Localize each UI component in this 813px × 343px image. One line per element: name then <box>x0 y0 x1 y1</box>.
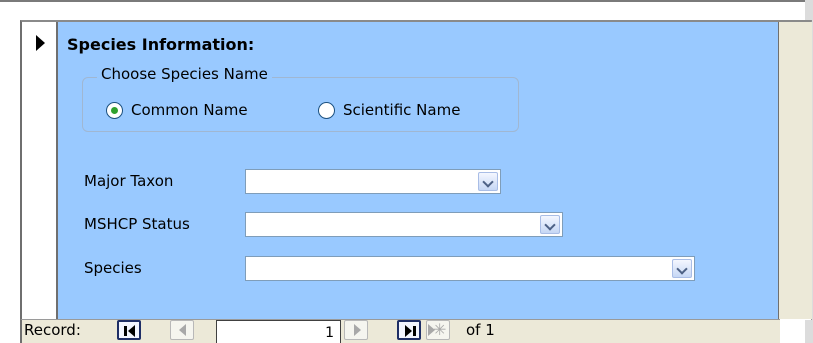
scientific-name-option[interactable]: Scientific Name <box>318 101 460 119</box>
record-selector[interactable] <box>22 22 58 319</box>
section-title: Species Information: <box>67 35 255 54</box>
of-label: of <box>466 321 481 339</box>
species-dropdown-icon[interactable] <box>672 259 692 278</box>
species-label: Species <box>84 259 142 277</box>
mshcp-status-dropdown-icon[interactable] <box>540 215 560 234</box>
scientific-name-radio[interactable] <box>318 101 335 119</box>
next-record-button[interactable] <box>344 320 368 340</box>
last-record-button[interactable] <box>397 320 421 340</box>
common-name-radio[interactable] <box>106 101 123 119</box>
last-record-icon <box>399 322 419 338</box>
previous-record-icon <box>171 321 193 339</box>
record-total-text: of 1 <box>466 321 495 339</box>
current-record-number: 1 <box>325 325 334 341</box>
major-taxon-label: Major Taxon <box>84 172 174 190</box>
top-divider <box>0 0 813 2</box>
current-record-arrow-icon <box>36 35 45 51</box>
total-records: 1 <box>485 321 495 339</box>
first-record-icon <box>119 322 139 338</box>
new-record-button[interactable]: ✳ <box>426 320 450 340</box>
species-name-group-label: Choose Species Name <box>97 65 272 83</box>
new-record-icon: ✳ <box>427 320 449 339</box>
mshcp-status-combo[interactable] <box>245 212 563 237</box>
first-record-button[interactable] <box>117 320 141 340</box>
major-taxon-dropdown-icon[interactable] <box>478 172 498 191</box>
previous-record-button[interactable] <box>170 320 194 340</box>
species-combo[interactable] <box>245 256 695 281</box>
mshcp-status-label: MSHCP Status <box>84 215 190 233</box>
scientific-name-label: Scientific Name <box>343 101 461 119</box>
record-label: Record: <box>24 321 81 339</box>
common-name-label: Common Name <box>131 101 248 119</box>
form-right-strip <box>779 22 812 319</box>
common-name-option[interactable]: Common Name <box>106 101 248 119</box>
next-record-icon <box>345 321 367 339</box>
current-record-field[interactable]: 1 <box>216 320 341 343</box>
major-taxon-combo[interactable] <box>245 169 501 194</box>
